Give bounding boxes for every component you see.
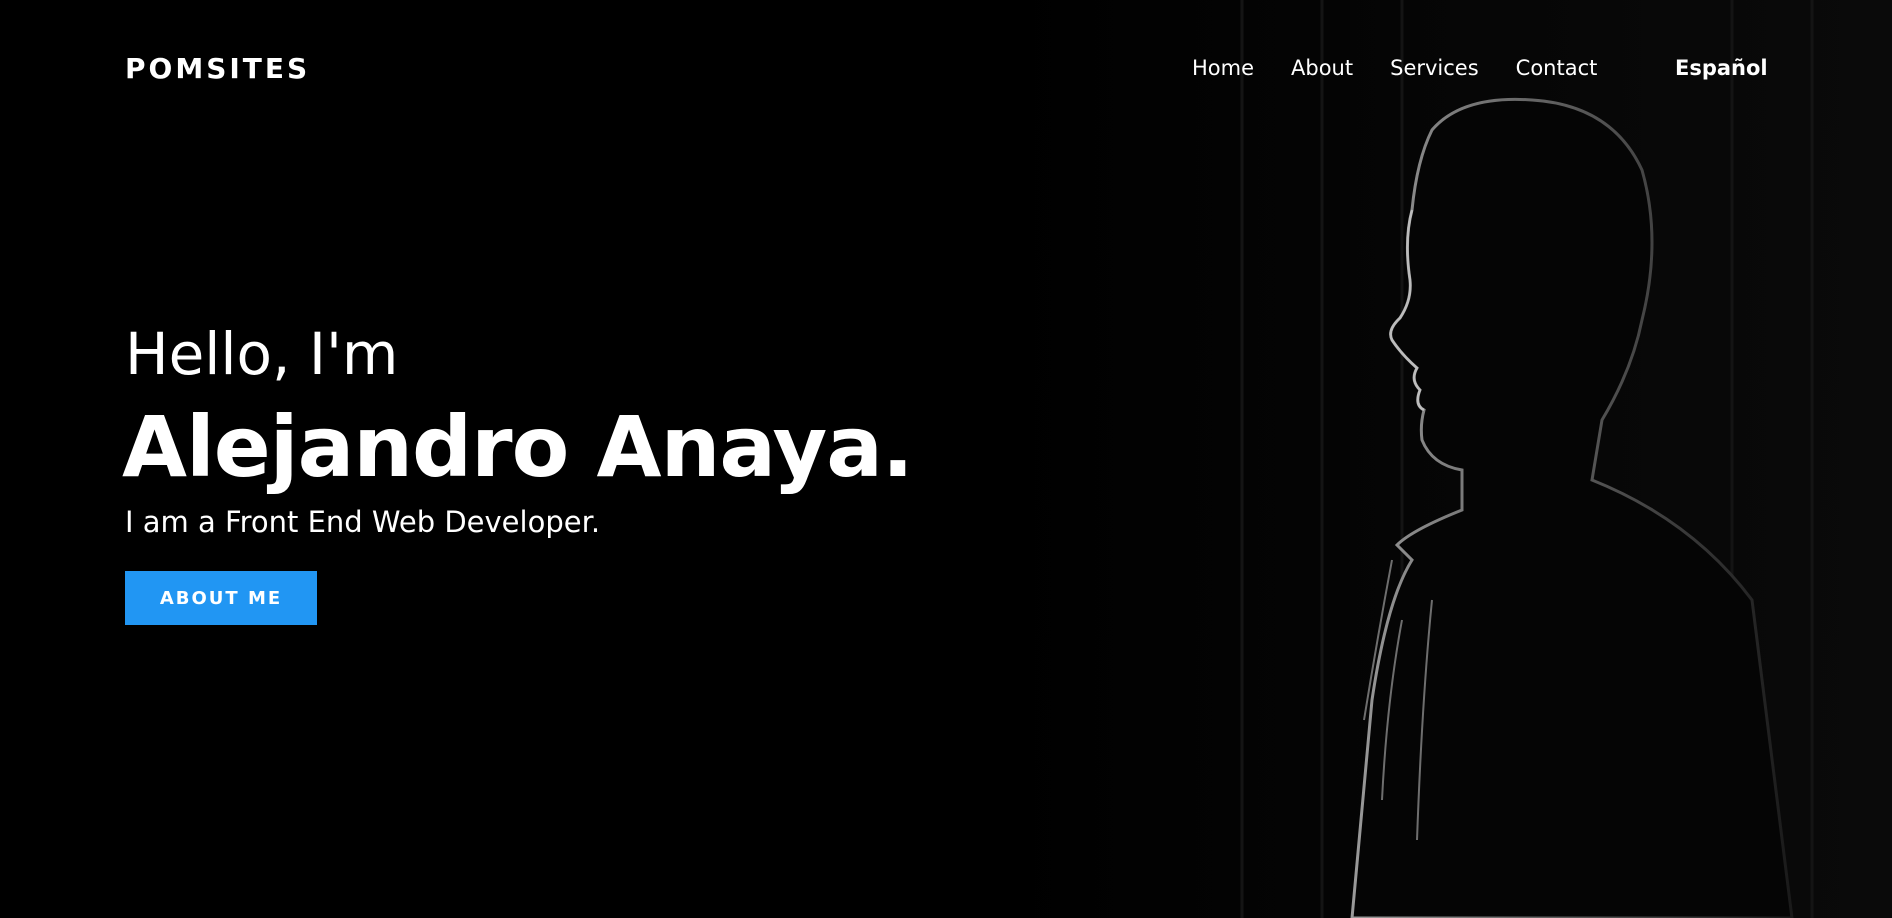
about-me-button[interactable]: ABOUT ME [125, 571, 317, 625]
language-switch-link[interactable]: Español [1675, 56, 1768, 80]
page: POMSITES Home About Services Contact Esp… [0, 0, 1892, 918]
hero-background-portrait [992, 0, 1892, 918]
hero-greeting: Hello, I'm [125, 320, 399, 388]
brand-logo[interactable]: POMSITES [125, 52, 310, 85]
hero-tagline: I am a Front End Web Developer. [125, 505, 601, 539]
nav-home-link[interactable]: Home [1192, 56, 1254, 80]
nav-about-link[interactable]: About [1291, 56, 1353, 80]
nav-services-link[interactable]: Services [1390, 56, 1479, 80]
main-nav: Home About Services Contact [1192, 56, 1634, 80]
hero-name: Alejandro Anaya. [122, 398, 914, 496]
nav-contact-link[interactable]: Contact [1516, 56, 1598, 80]
